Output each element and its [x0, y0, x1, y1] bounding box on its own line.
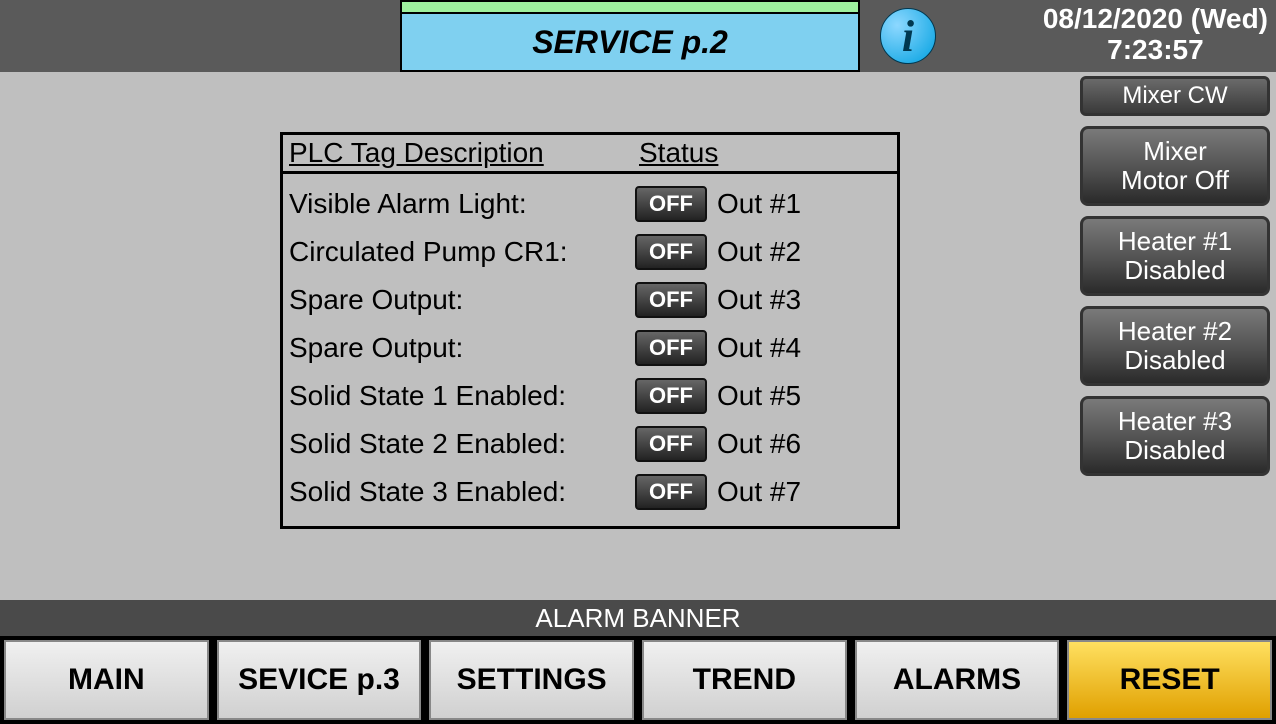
info-icon[interactable]: i — [880, 8, 936, 64]
header-bar: SERVICE p.2 i 08/12/2020 (Wed) 7:23:57 — [0, 0, 1276, 72]
bottom-nav: MAIN SEVICE p.3 SETTINGS TREND ALARMS RE… — [0, 636, 1276, 724]
table-row: Solid State 2 Enabled: OFF Out #6 — [289, 420, 891, 468]
time-text: 7:23:57 — [1043, 35, 1268, 66]
heater-2-button[interactable]: Heater #2Disabled — [1080, 306, 1270, 386]
plc-row-label: Circulated Pump CR1: — [289, 236, 635, 268]
nav-service-button[interactable]: SEVICE p.3 — [217, 640, 422, 720]
plc-row-label: Spare Output: — [289, 332, 635, 364]
datetime-display: 08/12/2020 (Wed) 7:23:57 — [1043, 4, 1268, 66]
nav-main-button[interactable]: MAIN — [4, 640, 209, 720]
plc-out-label: Out #7 — [717, 476, 801, 508]
plc-table: PLC Tag Description Status Visible Alarm… — [280, 132, 900, 529]
nav-reset-button[interactable]: RESET — [1067, 640, 1272, 720]
heater-1-button[interactable]: Heater #1Disabled — [1080, 216, 1270, 296]
plc-state-button[interactable]: OFF — [635, 282, 707, 318]
nav-alarms-button[interactable]: ALARMS — [855, 640, 1060, 720]
heater-3-button[interactable]: Heater #3Disabled — [1080, 396, 1270, 476]
plc-state-button[interactable]: OFF — [635, 426, 707, 462]
table-row: Circulated Pump CR1: OFF Out #2 — [289, 228, 891, 276]
alarm-banner: ALARM BANNER — [0, 600, 1276, 636]
table-row: Solid State 3 Enabled: OFF Out #7 — [289, 468, 891, 516]
plc-row-label: Solid State 3 Enabled: — [289, 476, 635, 508]
plc-table-body: Visible Alarm Light: OFF Out #1 Circulat… — [283, 174, 897, 526]
plc-out-label: Out #4 — [717, 332, 801, 364]
plc-state-button[interactable]: OFF — [635, 330, 707, 366]
plc-header-description: PLC Tag Description — [289, 137, 639, 169]
plc-row-label: Solid State 2 Enabled: — [289, 428, 635, 460]
table-row: Spare Output: OFF Out #3 — [289, 276, 891, 324]
date-text: 08/12/2020 (Wed) — [1043, 4, 1268, 35]
side-button-column: Mixer CW MixerMotor Off Heater #1Disable… — [1080, 76, 1270, 476]
title-top-strip — [400, 0, 860, 12]
plc-out-label: Out #5 — [717, 380, 801, 412]
nav-trend-button[interactable]: TREND — [642, 640, 847, 720]
plc-table-header: PLC Tag Description Status — [283, 135, 897, 174]
plc-out-label: Out #3 — [717, 284, 801, 316]
plc-state-button[interactable]: OFF — [635, 474, 707, 510]
nav-settings-button[interactable]: SETTINGS — [429, 640, 634, 720]
plc-state-button[interactable]: OFF — [635, 186, 707, 222]
plc-out-label: Out #2 — [717, 236, 801, 268]
plc-out-label: Out #6 — [717, 428, 801, 460]
table-row: Visible Alarm Light: OFF Out #1 — [289, 180, 891, 228]
plc-row-label: Spare Output: — [289, 284, 635, 316]
plc-state-button[interactable]: OFF — [635, 378, 707, 414]
table-row: Spare Output: OFF Out #4 — [289, 324, 891, 372]
page-title: SERVICE p.2 — [400, 12, 860, 72]
plc-state-button[interactable]: OFF — [635, 234, 707, 270]
plc-row-label: Visible Alarm Light: — [289, 188, 635, 220]
plc-row-label: Solid State 1 Enabled: — [289, 380, 635, 412]
plc-out-label: Out #1 — [717, 188, 801, 220]
mixer-motor-button[interactable]: MixerMotor Off — [1080, 126, 1270, 206]
table-row: Solid State 1 Enabled: OFF Out #5 — [289, 372, 891, 420]
title-badge: SERVICE p.2 — [400, 0, 860, 72]
mixer-cw-button[interactable]: Mixer CW — [1080, 76, 1270, 116]
main-area: Mixer CW MixerMotor Off Heater #1Disable… — [0, 72, 1276, 600]
plc-header-status: Status — [639, 137, 718, 169]
